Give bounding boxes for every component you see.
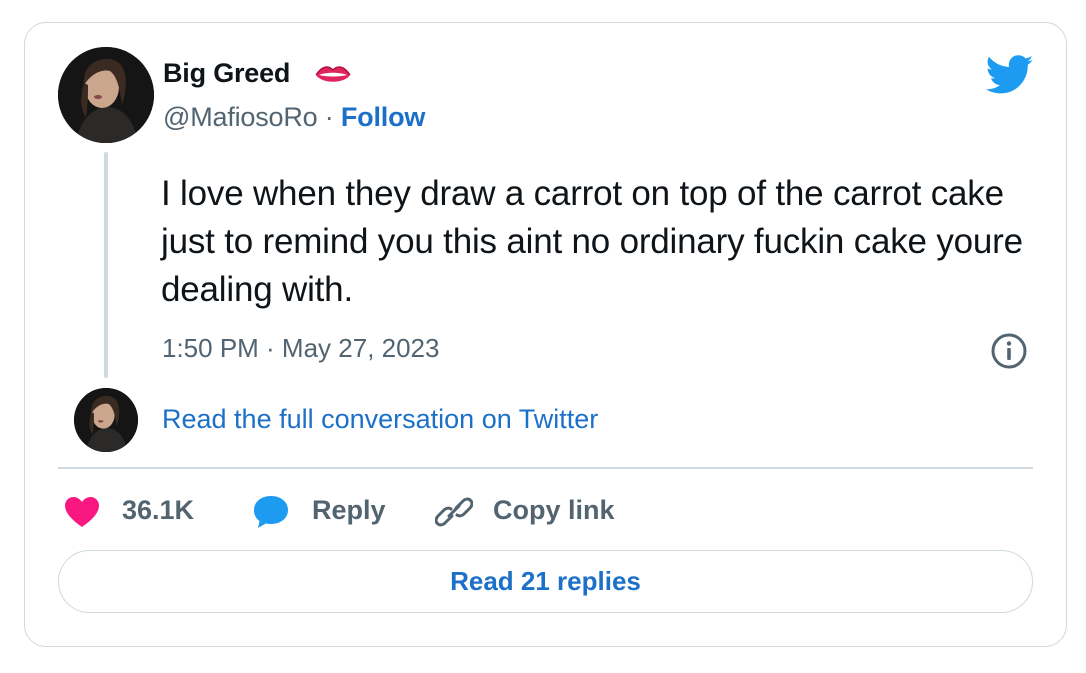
read-replies-label: Read 21 replies — [450, 566, 641, 596]
tweet-timestamp[interactable]: 1:50 PM · May 27, 2023 — [162, 333, 439, 364]
lips-icon — [315, 66, 351, 82]
like-button[interactable]: 36.1K — [64, 492, 214, 532]
copy-link-button[interactable]: Copy link — [435, 492, 635, 532]
separator-dot: · — [324, 102, 334, 132]
info-icon[interactable] — [990, 332, 1028, 370]
like-count: 36.1K — [122, 495, 195, 525]
reply-button[interactable]: Reply — [252, 492, 402, 532]
author-handle-row: @MafiosoRo · Follow — [163, 102, 425, 133]
reply-label: Reply — [312, 495, 386, 525]
author-name[interactable]: Big Greed — [163, 58, 290, 89]
divider — [58, 467, 1033, 469]
heart-icon — [65, 497, 99, 527]
author-handle[interactable]: @MafiosoRo — [163, 102, 318, 132]
twitter-bird-icon[interactable] — [986, 55, 1034, 95]
conversation-avatar[interactable] — [74, 388, 138, 452]
read-full-conversation-link[interactable]: Read the full conversation on Twitter — [162, 404, 598, 435]
link-icon — [435, 497, 473, 527]
read-replies-button[interactable]: Read 21 replies — [58, 550, 1033, 613]
thread-line — [104, 152, 108, 378]
follow-button[interactable]: Follow — [341, 102, 425, 132]
speech-bubble-icon — [254, 496, 288, 528]
tweet-text: I love when they draw a carrot on top of… — [161, 174, 1023, 309]
author-avatar[interactable] — [58, 47, 154, 143]
copy-link-label: Copy link — [493, 495, 615, 525]
